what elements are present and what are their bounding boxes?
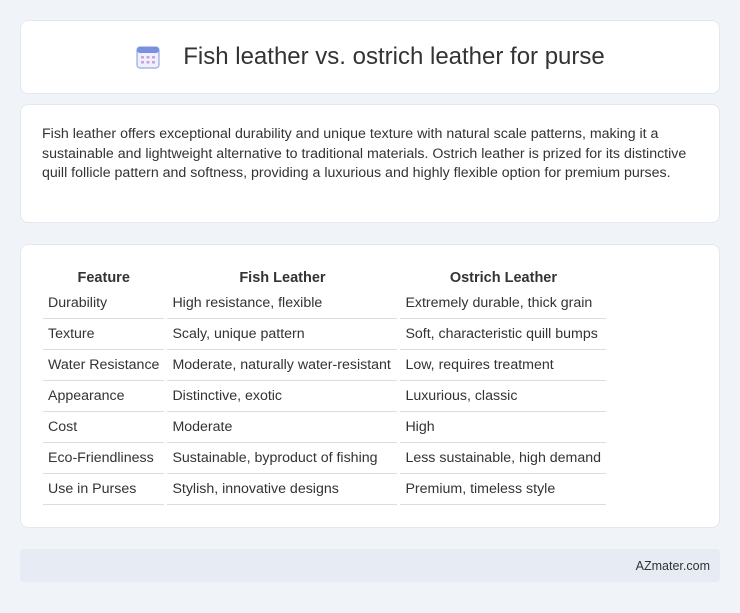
table-row: Eco-Friendliness Sustainable, byproduct … [43, 443, 607, 474]
page-title: Fish leather vs. ostrich leather for pur… [183, 43, 605, 70]
comparison-card: Feature Fish Leather Ostrich Leather Dur… [20, 244, 720, 528]
table-cell-ostrich: Extremely durable, thick grain [400, 288, 607, 319]
table-cell-fish: Scaly, unique pattern [167, 319, 398, 350]
table-cell-feature: Texture [43, 319, 165, 350]
table-row: Cost Moderate High [43, 412, 607, 443]
table-cell-feature: Use in Purses [43, 474, 165, 505]
table-cell-fish: Sustainable, byproduct of fishing [167, 443, 398, 474]
table-cell-feature: Durability [43, 288, 165, 319]
table-cell-ostrich: Less sustainable, high demand [400, 443, 607, 474]
table-row: Durability High resistance, flexible Ext… [43, 288, 607, 319]
table-cell-ostrich: High [400, 412, 607, 443]
comparison-table: Feature Fish Leather Ostrich Leather Dur… [40, 266, 609, 505]
table-row: Water Resistance Moderate, naturally wat… [43, 350, 607, 381]
table-cell-ostrich: Low, requires treatment [400, 350, 607, 381]
footer-bar: AZmater.com [20, 549, 720, 582]
footer-brand-link[interactable]: AZmater.com [636, 559, 710, 573]
table-row: Use in Purses Stylish, innovative design… [43, 474, 607, 505]
table-row: Texture Scaly, unique pattern Soft, char… [43, 319, 607, 350]
intro-card: Fish leather offers exceptional durabili… [20, 104, 720, 223]
table-cell-feature: Eco-Friendliness [43, 443, 165, 474]
column-header-feature: Feature [77, 269, 130, 286]
table-row: Appearance Distinctive, exotic Luxurious… [43, 381, 607, 412]
table-cell-ostrich: Luxurious, classic [400, 381, 607, 412]
table-cell-fish: Moderate, naturally water-resistant [167, 350, 398, 381]
table-cell-ostrich: Soft, characteristic quill bumps [400, 319, 607, 350]
table-cell-fish: Stylish, innovative designs [167, 474, 398, 505]
table-cell-feature: Appearance [43, 381, 165, 412]
title-card: Fish leather vs. ostrich leather for pur… [20, 20, 720, 94]
table-cell-feature: Cost [43, 412, 165, 443]
table-cell-fish: Distinctive, exotic [167, 381, 398, 412]
table-cell-fish: High resistance, flexible [167, 288, 398, 319]
table-header-row: Feature Fish Leather Ostrich Leather [43, 266, 606, 288]
table-cell-fish: Moderate [167, 412, 398, 443]
intro-paragraph: Fish leather offers exceptional durabili… [42, 126, 687, 181]
table-cell-ostrich: Premium, timeless style [400, 474, 607, 505]
table-cell-feature: Water Resistance [43, 350, 165, 381]
column-header-ostrich-leather: Ostrich Leather [449, 269, 558, 286]
column-header-fish-leather: Fish Leather [239, 269, 326, 286]
calendar-icon [136, 46, 160, 69]
